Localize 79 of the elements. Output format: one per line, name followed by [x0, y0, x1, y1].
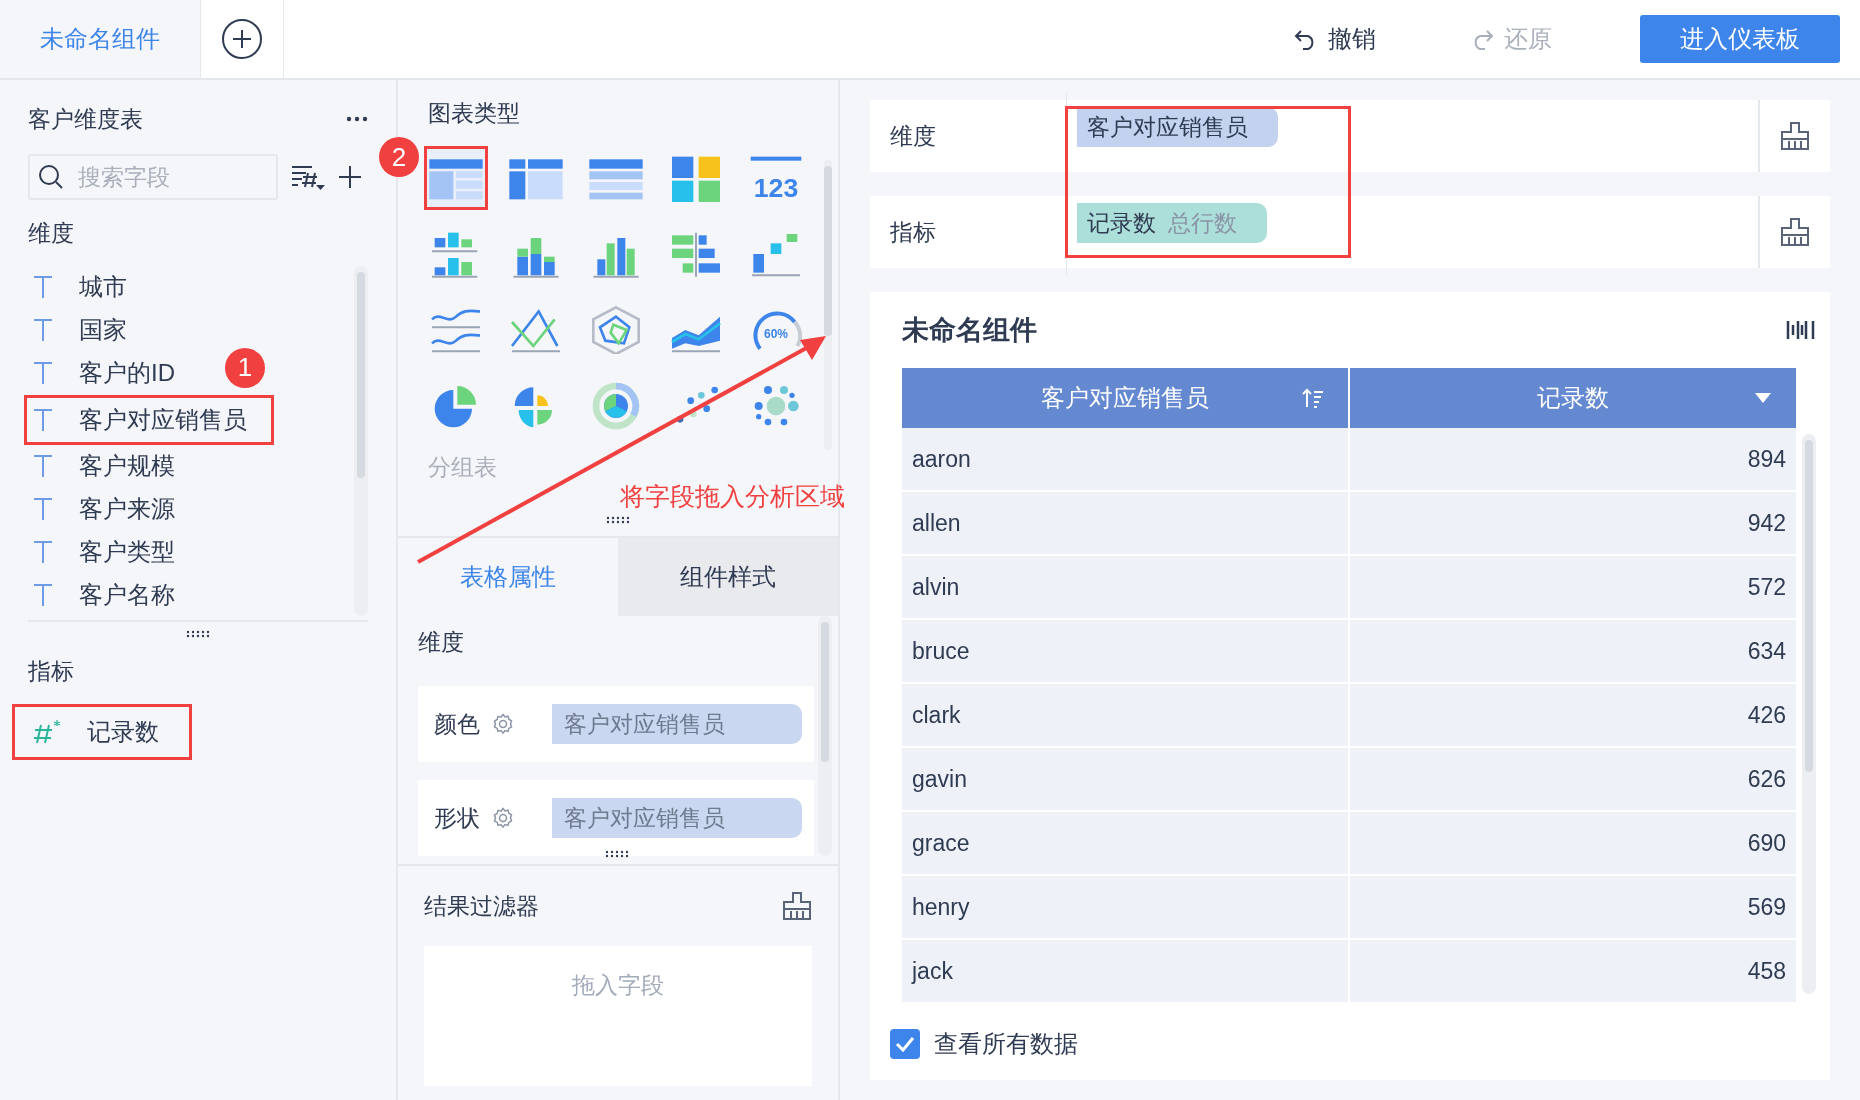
table-name: 客户维度表 — [28, 104, 143, 134]
field-item[interactable]: 客户来源 — [24, 487, 202, 531]
number-type-icon — [33, 719, 61, 745]
selected-chart-name: 分组表 — [428, 453, 498, 482]
text-type-icon — [33, 275, 53, 300]
table-cell-text: 569 — [1746, 892, 1787, 922]
broom-icon[interactable] — [1780, 217, 1810, 247]
field-chip[interactable]: 客户对应销售员 — [1077, 107, 1278, 147]
drag-handle-icon[interactable] — [606, 516, 630, 524]
gauge-value: 60% — [764, 327, 788, 341]
shelf-label: 指标 — [889, 217, 937, 247]
table-cell-text: 626 — [1746, 764, 1787, 794]
show-all-checkbox[interactable]: 查看所有数据 — [890, 1028, 1078, 1060]
table-cell: clark — [902, 684, 1350, 746]
text-type-icon — [33, 496, 53, 521]
table-cell: bruce — [902, 620, 1350, 682]
scrollbar[interactable] — [1802, 434, 1816, 994]
section-label: 维度 — [28, 218, 75, 248]
table-cell-text: 634 — [1746, 636, 1787, 666]
field-item[interactable]: 记录数 — [12, 704, 192, 760]
field-item[interactable]: 城市 — [24, 266, 154, 309]
caret-icon[interactable] — [1754, 392, 1772, 404]
chart-type-option[interactable]: 60% — [744, 298, 808, 362]
table-cell-text: 458 — [1746, 956, 1787, 986]
table-cell: gavin — [902, 748, 1350, 810]
plus-icon[interactable] — [338, 165, 362, 189]
widget-title: 未命名组件 — [902, 314, 1037, 347]
search-field[interactable]: 搜索字段 — [28, 154, 278, 200]
undo-button[interactable]: 撤销 — [1288, 22, 1382, 56]
checkbox[interactable] — [890, 1029, 920, 1059]
search-icon — [38, 164, 64, 190]
field-item[interactable]: 客户类型 — [24, 530, 202, 574]
scrollbar[interactable] — [354, 266, 368, 616]
table-cell: jack — [902, 940, 1350, 1002]
property-label: 形状 — [434, 803, 481, 833]
property-tab[interactable]: 组件样式 — [618, 538, 838, 616]
text-type-icon — [33, 407, 53, 432]
step-badge: 2 — [379, 137, 419, 177]
table-cell-text: 942 — [1746, 508, 1787, 538]
table-cell: grace — [902, 812, 1350, 874]
table-cell-text: 894 — [1746, 444, 1787, 474]
scrollbar[interactable] — [824, 160, 832, 450]
table-cell: alvin — [902, 556, 1350, 618]
gear-icon[interactable] — [492, 807, 514, 829]
enter-dashboard-button[interactable]: 进入仪表板 — [1640, 15, 1840, 63]
field-chip[interactable]: 记录数 总行数 — [1077, 203, 1267, 243]
shelf-label: 维度 — [889, 121, 937, 151]
scrollbar[interactable] — [818, 616, 832, 856]
text-type-icon — [33, 361, 53, 386]
drag-handle-icon[interactable] — [605, 850, 629, 858]
annotation-text: 将字段拖入分析区域 — [620, 481, 845, 512]
drag-handle-icon[interactable] — [186, 630, 210, 638]
table-cell: allen — [902, 492, 1350, 554]
filter-title: 结果过滤器 — [424, 891, 539, 921]
add-icon[interactable] — [221, 18, 263, 60]
section-label: 指标 — [28, 656, 75, 686]
property-label: 颜色 — [434, 709, 481, 739]
chart-type-title: 图表类型 — [428, 98, 521, 128]
broom-icon[interactable] — [1780, 121, 1810, 151]
barcode-icon[interactable] — [1786, 319, 1816, 341]
text-type-icon — [33, 582, 53, 607]
broom-icon[interactable] — [782, 891, 812, 921]
gear-icon[interactable] — [492, 713, 514, 735]
field-item[interactable]: 客户规模 — [24, 444, 202, 488]
text-type-icon — [33, 539, 53, 564]
text-type-icon — [33, 318, 53, 343]
table-cell: aaron — [902, 428, 1350, 490]
text-type-icon — [33, 453, 53, 478]
checkmark-icon — [895, 1036, 915, 1052]
step-badge: 1 — [225, 347, 265, 388]
kpi-number: 123 — [753, 172, 799, 202]
table-cell-text: 426 — [1746, 700, 1787, 730]
field-item[interactable]: 客户名称 — [24, 573, 202, 616]
section-label: 维度 — [418, 627, 465, 657]
table-cell: henry — [902, 876, 1350, 938]
more-icon[interactable] — [346, 116, 368, 122]
table-cell-text: 572 — [1746, 572, 1787, 602]
field-item[interactable]: 客户的ID — [24, 351, 202, 395]
table-cell-text: 690 — [1746, 828, 1787, 858]
